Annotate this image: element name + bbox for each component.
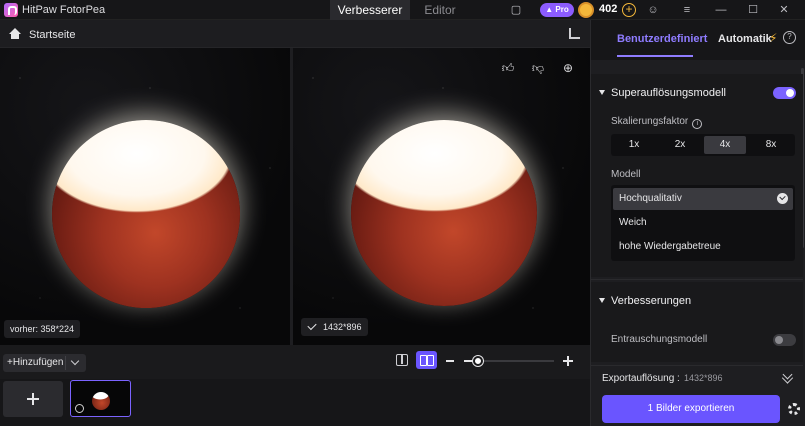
check-circle-icon bbox=[777, 193, 788, 204]
superres-panel: Superauflösungsmodell Skalierungsfaktor i… bbox=[591, 74, 803, 277]
denoise-label: Entrauschungsmodell bbox=[611, 334, 708, 345]
app-title: HitPaw FotorPea bbox=[22, 4, 106, 16]
active-tab-indicator bbox=[617, 55, 693, 57]
tab-benutzerdefiniert[interactable]: Benutzerdefiniert bbox=[617, 33, 707, 45]
image-thumbnail[interactable] bbox=[70, 380, 131, 417]
user-icon[interactable]: ☺ bbox=[646, 3, 660, 17]
export-resolution-row[interactable]: Exportauflösung : 1432*896 bbox=[591, 365, 805, 385]
denoise-toggle[interactable] bbox=[773, 334, 796, 346]
expand-triangle-icon bbox=[599, 298, 605, 303]
superres-toggle[interactable] bbox=[773, 87, 796, 99]
thumbs-down-icon[interactable]: 👎︎ bbox=[530, 60, 546, 76]
zoom-slider[interactable] bbox=[464, 356, 554, 366]
export-resolution-value: 1432*896 bbox=[684, 373, 723, 383]
after-size-label: 1432*896 bbox=[301, 318, 368, 336]
model-label: Modell bbox=[611, 169, 641, 180]
thumbs-up-icon[interactable]: 👍︎ bbox=[500, 60, 516, 76]
expand-chevrons-icon[interactable] bbox=[782, 369, 793, 380]
scale-factor-label: Skalierungsfaktor i bbox=[611, 116, 703, 129]
thumbnail-strip bbox=[0, 379, 590, 426]
model-option-label: Hochqualitativ bbox=[619, 193, 682, 204]
scale-option-2x[interactable]: 2x bbox=[659, 136, 701, 154]
coin-icon bbox=[578, 2, 594, 18]
tab-editor[interactable]: Editor bbox=[410, 0, 470, 20]
menu-icon[interactable]: ≡ bbox=[680, 3, 694, 17]
zoom-slider-knob[interactable] bbox=[472, 356, 483, 366]
model-option-weich[interactable]: Weich bbox=[613, 212, 793, 234]
export-resolution-label: Exportauflösung : bbox=[602, 373, 680, 384]
section-divider bbox=[591, 279, 803, 280]
moon-image-after bbox=[351, 120, 537, 306]
superres-section-header[interactable]: Superauflösungsmodell bbox=[599, 87, 726, 99]
preview-canvas: vorher: 358*224 👍︎ 👎︎ ⊕ 1432*896 bbox=[0, 48, 590, 345]
before-size-label: vorher: 358*224 bbox=[4, 320, 81, 338]
breadcrumb-home[interactable]: Startseite bbox=[29, 29, 75, 41]
zoom-in-plus-icon[interactable] bbox=[563, 356, 573, 366]
clock-icon bbox=[75, 404, 84, 413]
pro-badge[interactable]: ▲ Pro bbox=[540, 3, 574, 17]
chevron-down-icon[interactable] bbox=[70, 356, 80, 366]
crop-icon[interactable] bbox=[569, 28, 580, 39]
title-bar: HitPaw FotorPea Verbesserer Editor ▢ ▲ P… bbox=[0, 0, 805, 20]
message-icon[interactable]: ▢ bbox=[509, 3, 523, 17]
add-image-tile[interactable] bbox=[3, 381, 63, 417]
split-view-icon[interactable] bbox=[396, 354, 408, 366]
pro-icon: ▲ bbox=[545, 5, 556, 14]
tab-verbesserer[interactable]: Verbesserer bbox=[330, 0, 410, 20]
settings-sidebar: Benutzerdefiniert Automatik ⚡ ? Superauf… bbox=[590, 20, 805, 426]
add-coins-icon[interactable]: + bbox=[622, 3, 636, 17]
help-icon[interactable]: ? bbox=[783, 31, 796, 44]
thumbnail-moon bbox=[92, 392, 110, 410]
model-list: Hochqualitativ Weich hohe Wiedergabetreu… bbox=[611, 185, 795, 261]
expand-triangle-icon bbox=[599, 90, 605, 95]
minimize-icon[interactable]: — bbox=[714, 3, 728, 17]
bottom-toolbar: +Hinzufügen bbox=[0, 345, 590, 379]
model-option-hochqualitativ[interactable]: Hochqualitativ bbox=[613, 188, 793, 210]
enhancements-panel: Verbesserungen Entrauschungsmodell bbox=[591, 282, 803, 362]
enhancements-section-header[interactable]: Verbesserungen bbox=[599, 295, 691, 307]
gear-icon[interactable] bbox=[788, 403, 800, 415]
zoom-out-icon[interactable] bbox=[446, 360, 454, 362]
side-by-side-view-button[interactable] bbox=[416, 351, 437, 369]
divider bbox=[65, 356, 66, 370]
after-size-text: 1432*896 bbox=[323, 322, 362, 332]
enhancements-title: Verbesserungen bbox=[611, 295, 692, 307]
info-icon[interactable]: i bbox=[692, 119, 703, 129]
scale-factor-text: Skalierungsfaktor bbox=[611, 116, 689, 127]
pro-label: Pro bbox=[555, 5, 569, 14]
after-pane: 👍︎ 👎︎ ⊕ 1432*896 bbox=[293, 48, 590, 345]
model-option-hohe-wiedergabetreue[interactable]: hohe Wiedergabetreue bbox=[613, 236, 793, 258]
moon-image-before bbox=[52, 120, 240, 308]
superres-title: Superauflösungsmodell bbox=[611, 87, 726, 99]
before-pane: vorher: 358*224 bbox=[0, 48, 290, 345]
sidebar-tabs: Benutzerdefiniert Automatik ⚡ ? bbox=[591, 20, 805, 60]
breadcrumb: Startseite bbox=[0, 20, 590, 48]
home-icon[interactable] bbox=[9, 28, 21, 40]
maximize-icon[interactable]: ☐ bbox=[746, 3, 760, 17]
add-button[interactable]: +Hinzufügen bbox=[3, 354, 86, 372]
scale-option-4x[interactable]: 4x bbox=[704, 136, 746, 154]
scale-option-1x[interactable]: 1x bbox=[613, 136, 655, 154]
add-button-label: +Hinzufügen bbox=[7, 357, 63, 368]
coin-count: 402 bbox=[599, 3, 618, 15]
add-label-text: Hinzufügen bbox=[12, 357, 64, 368]
scale-option-8x[interactable]: 8x bbox=[750, 136, 792, 154]
close-icon[interactable]: ✕ bbox=[777, 3, 791, 17]
scale-factor-selector: 1x 2x 4x 8x bbox=[611, 134, 795, 156]
tab-automatik[interactable]: Automatik bbox=[718, 33, 772, 45]
check-icon bbox=[307, 320, 317, 331]
app-logo-icon bbox=[4, 3, 18, 17]
zoom-in-icon[interactable]: ⊕ bbox=[560, 60, 576, 76]
export-button[interactable]: 1 Bilder exportieren bbox=[602, 395, 780, 423]
lightning-icon: ⚡ bbox=[769, 31, 778, 45]
